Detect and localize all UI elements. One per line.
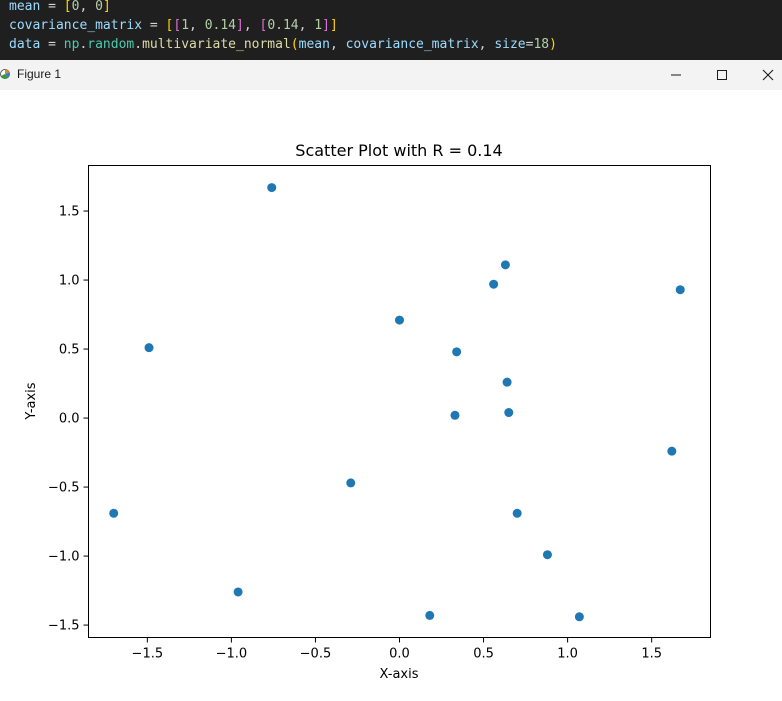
code-token: data	[9, 37, 41, 52]
code-token: ,	[298, 18, 315, 33]
scatter-point	[425, 610, 435, 620]
scatter-point	[542, 550, 552, 560]
scatter-point	[675, 285, 685, 295]
x-axis-label: X-axis	[380, 667, 419, 682]
data-points	[109, 183, 685, 622]
code-token: ,	[478, 37, 495, 52]
code-token: mean	[298, 37, 330, 52]
y-tick-label: 0.0	[59, 412, 80, 427]
code-token: ]	[322, 18, 330, 33]
code-line-mean: mean = [0, 0]	[9, 0, 111, 16]
code-token: 0	[95, 0, 103, 14]
matplotlib-icon	[0, 69, 10, 79]
code-token: )	[549, 37, 557, 52]
code-token: 0.14	[204, 18, 236, 33]
minimize-icon	[671, 74, 681, 76]
code-token: np	[63, 37, 80, 52]
window-title: Figure 1	[17, 67, 62, 81]
code-token: covariance_matrix	[9, 18, 143, 33]
scatter-point	[574, 612, 584, 622]
close-button[interactable]	[745, 60, 782, 90]
code-token: multivariate_normal	[142, 37, 291, 52]
close-icon	[762, 69, 774, 81]
x-tick-label: −0.5	[300, 647, 332, 662]
window-titlebar[interactable]: Figure 1	[0, 60, 782, 90]
code-token: ,	[79, 0, 96, 14]
x-tick-label: −1.5	[132, 647, 164, 662]
y-axis-ticks: −1.5 −1.0 −0.5 0.0 0.5 1.0 1.5	[48, 205, 89, 634]
y-tick-label: 1.5	[59, 205, 80, 220]
x-axis-ticks: −1.5 −1.0 −0.5 0.0 0.5 1.0 1.5	[132, 637, 662, 662]
y-tick-label: −0.5	[48, 481, 80, 496]
scatter-point	[395, 315, 404, 325]
y-tick-label: −1.5	[48, 619, 80, 634]
chart-title: Scatter Plot with R = 0.14	[295, 141, 502, 160]
scatter-point	[502, 377, 512, 387]
code-token: [	[63, 0, 72, 14]
code-token: mean	[9, 0, 41, 14]
maximize-button[interactable]	[699, 60, 745, 90]
code-token: ]	[236, 18, 244, 33]
code-token: ,	[329, 37, 346, 52]
code-token: size	[494, 37, 526, 52]
code-token: 18	[533, 37, 550, 52]
scatter-point	[667, 446, 677, 456]
code-editor[interactable]: mean = [0, 0] covariance_matrix = [[1, 0…	[0, 0, 782, 60]
scatter-point	[452, 347, 462, 357]
code-token: ]	[102, 0, 111, 14]
scatter-point	[233, 587, 243, 597]
x-tick-label: 0.0	[389, 647, 410, 662]
x-tick-label: 0.5	[473, 647, 494, 662]
code-token: .	[134, 37, 143, 52]
minimize-button[interactable]	[653, 60, 699, 90]
code-token: =	[40, 0, 64, 14]
code-token: =	[142, 18, 166, 33]
y-tick-label: 0.5	[59, 343, 80, 358]
x-tick-label: 1.0	[557, 647, 578, 662]
figure-window: Figure 1 Scatter Plot with R = 0.14 −1.5…	[0, 60, 782, 701]
code-token: (	[290, 37, 299, 52]
scatter-point	[450, 410, 460, 420]
scatter-plot: Scatter Plot with R = 0.14 −1.5 −1.0 −0.5 0…	[24, 141, 711, 682]
code-token: =	[40, 37, 64, 52]
scatter-point	[109, 508, 119, 518]
y-tick-label: 1.0	[59, 274, 80, 289]
scatter-point	[512, 508, 522, 518]
code-token: ]	[329, 18, 338, 33]
x-tick-label: −1.0	[216, 647, 248, 662]
scatter-point	[267, 183, 277, 193]
code-token: 0.14	[267, 18, 299, 33]
scatter-point	[489, 279, 499, 289]
y-axis-label: Y-axis	[24, 382, 39, 420]
code-line-covariance: covariance_matrix = [[1, 0.14], [0.14, 1…	[9, 16, 338, 35]
code-token: ,	[243, 18, 260, 33]
plot-frame	[88, 165, 711, 638]
maximize-icon	[717, 70, 727, 80]
code-token: covariance_matrix	[345, 37, 479, 52]
code-token: 1	[314, 18, 323, 33]
scatter-point	[500, 260, 510, 270]
code-token: 1	[181, 18, 190, 33]
scatter-point	[504, 408, 514, 418]
scatter-point	[346, 478, 356, 488]
scatter-point	[144, 343, 154, 353]
x-tick-label: 1.5	[641, 647, 662, 662]
y-tick-label: −1.0	[48, 550, 80, 565]
code-token: ,	[189, 18, 205, 33]
code-line-data: data = np.random.multivariate_normal(mea…	[9, 35, 557, 54]
code-token: random	[87, 37, 135, 52]
